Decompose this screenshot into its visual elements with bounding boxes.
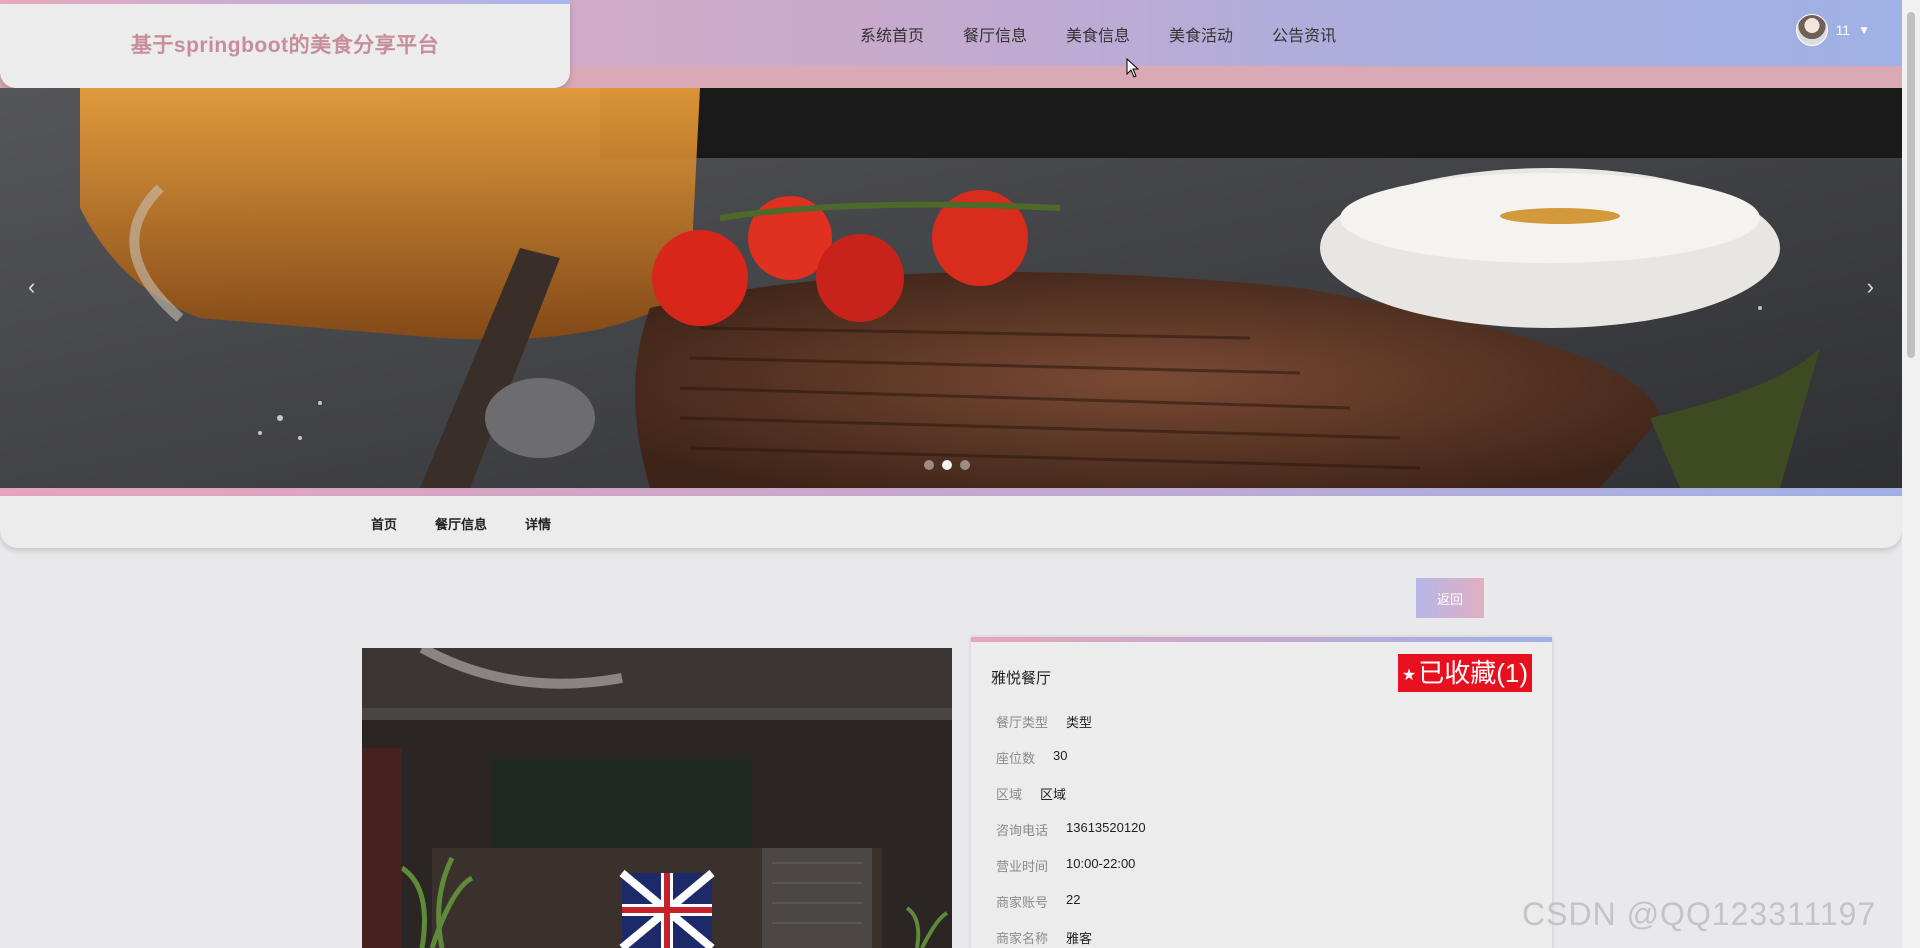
nav-item-restaurants[interactable]: 餐厅信息 — [963, 22, 1027, 46]
info-row-phone: 咨询电话 13613520120 — [996, 820, 1146, 839]
info-label: 商家账号 — [996, 895, 1049, 910]
banner-divider — [0, 488, 1902, 496]
user-menu[interactable]: 11 ▼ — [1795, 14, 1870, 46]
favorite-button[interactable]: ★ 已收藏(1) — [1397, 654, 1532, 692]
main-nav: 系统首页 餐厅信息 美食信息 美食活动 公告资讯 — [860, 22, 1375, 46]
info-row-hours: 营业时间 10:00-22:00 — [996, 856, 1135, 875]
mouse-cursor-icon — [1126, 58, 1140, 78]
info-value: 30 — [1053, 748, 1068, 763]
username[interactable]: 11 — [1836, 22, 1851, 38]
info-label: 咨询电话 — [996, 823, 1049, 838]
info-row-merchant-name: 商家名称 雅客 — [996, 928, 1092, 947]
breadcrumb-restaurants[interactable]: 餐厅信息 — [435, 514, 487, 533]
restaurant-photo — [362, 648, 952, 948]
site-title[interactable]: 基于springboot的美食分享平台 — [131, 29, 439, 59]
carousel-dot[interactable] — [960, 460, 970, 470]
avatar[interactable] — [1795, 14, 1828, 46]
scrollbar-thumb[interactable] — [1907, 12, 1915, 358]
banner-carousel[interactable]: ‹ › — [0, 88, 1902, 488]
carousel-next-arrow-icon[interactable]: › — [1867, 274, 1874, 300]
nav-item-news[interactable]: 公告资讯 — [1272, 22, 1336, 46]
breadcrumb-bar: 首页 餐厅信息 详情 — [0, 496, 1902, 548]
nav-item-activities[interactable]: 美食活动 — [1169, 22, 1233, 46]
carousel-dot[interactable] — [942, 460, 952, 470]
info-value: 类型 — [1066, 715, 1093, 730]
carousel-dot[interactable] — [924, 460, 934, 470]
breadcrumb-home[interactable]: 首页 — [371, 514, 397, 533]
carousel-indicators — [924, 460, 970, 470]
restaurant-image — [362, 648, 952, 948]
info-row-area: 区域 区域 — [996, 784, 1066, 803]
favorite-label: 已收藏(1) — [1418, 658, 1528, 688]
nav-item-home[interactable]: 系统首页 — [860, 22, 924, 46]
breadcrumb-detail[interactable]: 详情 — [525, 514, 551, 533]
info-value: 10:00-22:00 — [1066, 856, 1136, 871]
info-value: 13613520120 — [1066, 820, 1146, 835]
info-row-merchant-account: 商家账号 22 — [996, 892, 1080, 911]
scrollbar[interactable] — [1902, 0, 1920, 948]
info-value: 雅客 — [1066, 931, 1093, 946]
info-label: 座位数 — [996, 751, 1036, 766]
back-button[interactable]: 返回 — [1416, 578, 1484, 618]
banner-image — [0, 88, 1902, 488]
info-label: 餐厅类型 — [996, 715, 1049, 730]
info-value: 22 — [1066, 892, 1081, 907]
carousel-prev-arrow-icon[interactable]: ‹ — [28, 274, 35, 300]
info-label: 区域 — [996, 787, 1023, 802]
restaurant-name: 雅悦餐厅 — [991, 670, 1052, 687]
restaurant-detail-panel: 雅悦餐厅 ★ 已收藏(1) 餐厅类型 类型 座位数 30 区域 区域 咨询电话 … — [971, 637, 1552, 948]
info-label: 商家名称 — [996, 931, 1049, 946]
info-row-seats: 座位数 30 — [996, 748, 1067, 767]
watermark: CSDN @QQ123311197 — [1522, 896, 1877, 932]
caret-down-icon[interactable]: ▼ — [1858, 23, 1870, 37]
info-value: 区域 — [1040, 787, 1067, 802]
nav-item-food[interactable]: 美食信息 — [1066, 22, 1130, 46]
star-icon: ★ — [1401, 667, 1417, 684]
breadcrumb: 首页 餐厅信息 详情 — [371, 514, 551, 533]
logo-box: 基于springboot的美食分享平台 — [0, 0, 570, 88]
info-label: 营业时间 — [996, 859, 1049, 874]
info-row-type: 餐厅类型 类型 — [996, 712, 1092, 731]
